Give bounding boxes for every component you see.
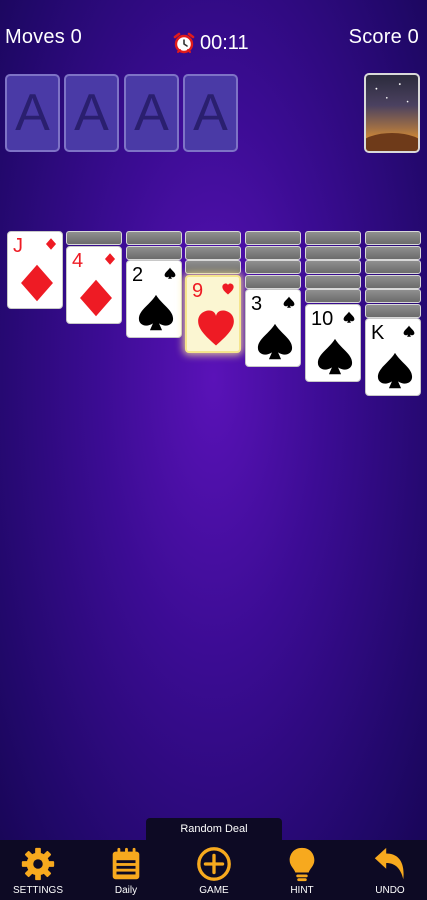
face-down-card <box>66 231 122 245</box>
spade-suit-icon <box>138 294 174 331</box>
card-rank: 2 <box>132 264 144 286</box>
face-down-card <box>365 260 421 274</box>
plus-circle-icon <box>197 847 231 881</box>
random-deal-label: Random Deal <box>146 818 282 840</box>
spade-suit-icon <box>403 325 415 337</box>
playing-card-3-of-spades[interactable]: 3 <box>245 289 301 367</box>
timer-value: 00:11 <box>200 31 249 54</box>
card-rank: 3 <box>251 293 263 315</box>
face-down-card <box>185 245 241 260</box>
heart-suit-icon <box>222 282 234 295</box>
foundation-pile-1[interactable]: A <box>5 74 60 152</box>
moves-counter: Moves 0 <box>5 26 82 48</box>
diamond-suit-icon <box>104 252 116 265</box>
daily-label: Daily <box>114 885 138 896</box>
face-down-card <box>305 231 361 245</box>
foundation-pile-4[interactable]: A <box>183 74 238 152</box>
card-rank: 10 <box>311 307 334 330</box>
face-down-card <box>305 274 361 289</box>
daily-button[interactable]: Daily <box>88 840 164 896</box>
spade-suit-icon <box>317 338 353 374</box>
calendar-icon <box>112 847 140 880</box>
card-rank: 4 <box>72 249 84 272</box>
face-down-card <box>126 245 182 260</box>
spade-suit-icon <box>164 267 176 279</box>
diamond-suit-icon <box>80 279 112 316</box>
game-label: GAME <box>199 885 229 896</box>
foundation-pile-3[interactable]: A <box>124 74 179 152</box>
settings-label: SETTINGS <box>12 885 63 896</box>
spade-suit-icon <box>283 296 295 308</box>
face-down-card <box>126 231 182 245</box>
heart-suit-icon <box>198 310 234 345</box>
alarm-clock-icon <box>173 32 195 54</box>
card-rank: J <box>13 235 23 257</box>
foundation-label: A <box>134 84 169 142</box>
bottom-toolbar: SETTINGS Daily GAME HINT UNDO <box>0 840 427 900</box>
face-down-card <box>365 274 421 289</box>
stock-pile[interactable] <box>364 73 420 153</box>
card-rank: 9 <box>192 279 204 302</box>
foundation-pile-2[interactable]: A <box>64 74 119 152</box>
face-down-card <box>245 231 301 245</box>
face-down-card <box>305 289 361 303</box>
foundation-label: A <box>74 84 109 142</box>
face-down-card <box>245 274 301 289</box>
card-rank: K <box>371 322 385 344</box>
face-down-card <box>365 289 421 303</box>
new-game-button[interactable]: GAME <box>176 840 252 896</box>
face-down-card <box>185 231 241 245</box>
playing-card-4-of-diamonds[interactable]: 4 <box>66 245 122 324</box>
face-down-card <box>365 303 421 318</box>
face-down-card <box>305 245 361 260</box>
spade-suit-icon <box>343 311 355 323</box>
gear-icon <box>21 847 55 881</box>
undo-arrow-icon <box>374 847 404 880</box>
playing-card-10-of-spades[interactable]: 10 <box>305 303 361 382</box>
lightbulb-icon <box>289 847 315 882</box>
face-down-card <box>365 231 421 245</box>
spade-suit-icon <box>257 323 293 360</box>
diamond-suit-icon <box>21 264 53 302</box>
face-down-card <box>185 260 241 274</box>
face-down-card <box>365 245 421 260</box>
timer: 00:11 <box>172 30 249 56</box>
hint-button[interactable]: HINT <box>264 840 340 896</box>
hint-label: HINT <box>290 885 314 896</box>
undo-button[interactable]: UNDO <box>352 840 427 896</box>
card-back-dune <box>366 133 418 151</box>
face-down-card <box>245 260 301 274</box>
foundation-label: A <box>193 84 228 142</box>
playing-card-9-of-hearts[interactable]: 9 <box>185 274 241 353</box>
score-counter: Score 0 <box>348 26 419 48</box>
undo-label: UNDO <box>375 885 405 896</box>
settings-button[interactable]: SETTINGS <box>0 840 76 896</box>
playing-card-j-of-diamonds[interactable]: J <box>7 231 63 309</box>
diamond-suit-icon <box>45 238 57 250</box>
playing-card-k-of-spades[interactable]: K <box>365 318 421 396</box>
playing-card-2-of-spades[interactable]: 2 <box>126 260 182 338</box>
face-down-card <box>245 245 301 260</box>
face-down-card <box>305 260 361 274</box>
spade-suit-icon <box>377 352 413 389</box>
foundation-label: A <box>15 84 50 142</box>
